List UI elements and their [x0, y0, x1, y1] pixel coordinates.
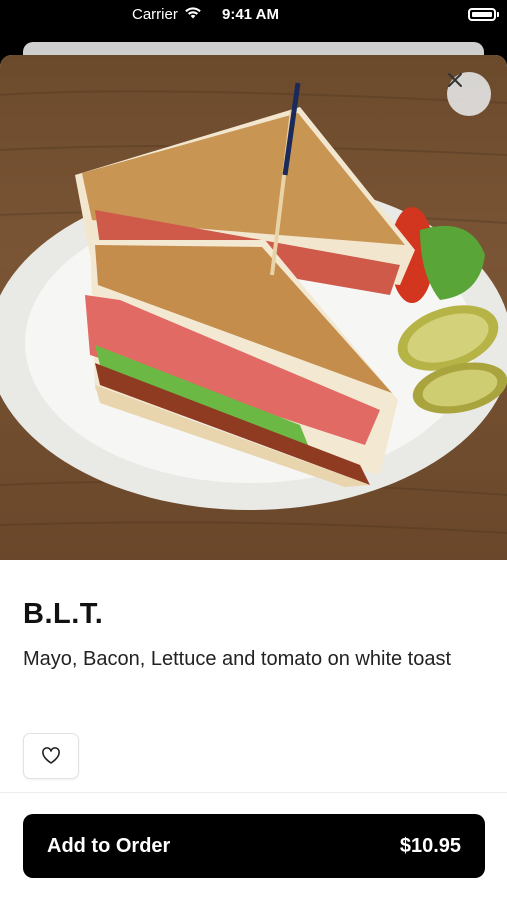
wifi-icon: [184, 6, 202, 23]
sandwich-illustration: [0, 82, 507, 534]
status-bar: Carrier 9:41 AM: [0, 0, 507, 34]
heart-icon: [42, 747, 60, 764]
close-icon: [448, 73, 462, 87]
carrier-label: Carrier: [132, 6, 178, 23]
add-to-order-label: Add to Order: [47, 834, 171, 857]
item-description: Mayo, Bacon, Lettuce and tomato on white…: [23, 648, 452, 670]
status-time: 9:41 AM: [222, 6, 279, 23]
status-carrier-group: Carrier: [132, 6, 202, 23]
close-button[interactable]: [447, 72, 491, 116]
item-detail-sheet: B.L.T. Mayo, Bacon, Lettuce and tomato o…: [0, 55, 507, 900]
battery-tip: [497, 12, 499, 17]
item-image: [0, 55, 507, 560]
favorite-button[interactable]: [23, 733, 79, 779]
battery-icon: [468, 8, 496, 21]
item-title: B.L.T.: [23, 598, 104, 630]
add-to-order-button[interactable]: Add to Order $10.95: [23, 814, 485, 878]
item-price: $10.95: [399, 834, 461, 857]
divider: [0, 792, 507, 793]
